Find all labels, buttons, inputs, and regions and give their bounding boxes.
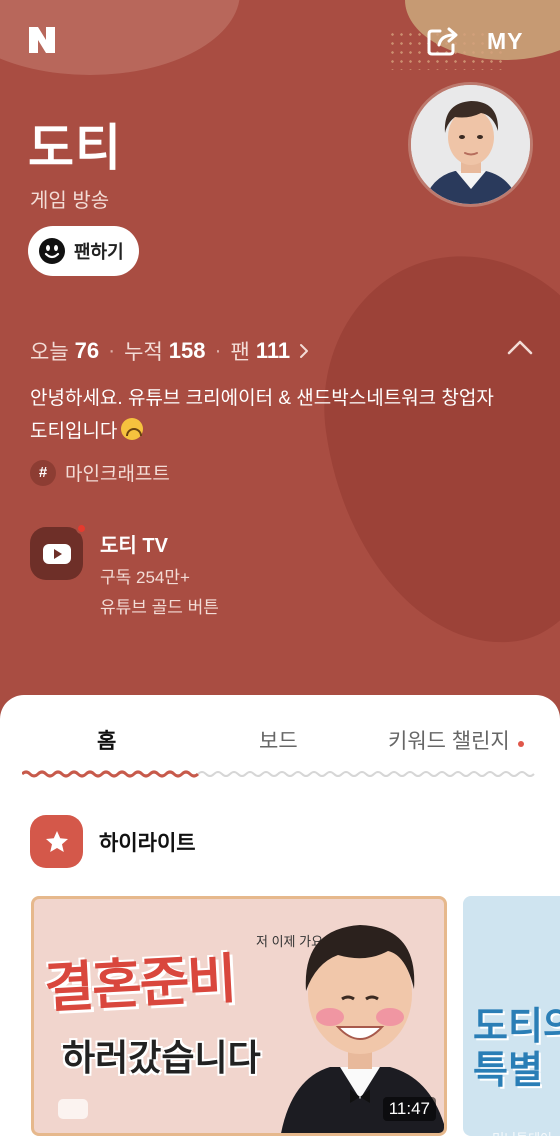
channel-subscribers: 구독 254만+ xyxy=(100,568,190,587)
tab-board[interactable]: 보드 xyxy=(259,725,298,755)
upside-down-face-icon xyxy=(121,418,144,440)
profile-header: MY 도티 게임 방송 팬하기 오늘 76 · 누적 158 · 팬 111 안… xyxy=(0,0,560,720)
share-icon[interactable] xyxy=(426,26,460,56)
avatar[interactable] xyxy=(408,82,533,207)
tab-indicator xyxy=(22,770,535,778)
highlight-title: 하이라이트 xyxy=(99,831,196,855)
smile-icon xyxy=(39,238,65,264)
content-sheet: 홈 보드 키워드 챌린지 하이라이트 결혼준비 하러갔습니다 저 이제 가요~ xyxy=(0,695,560,1147)
intro-line-wrap: 도티입니다 xyxy=(30,415,540,448)
profile-name: 도티 xyxy=(28,120,122,176)
star-icon xyxy=(30,815,83,868)
stat-total-label: 누적 xyxy=(124,341,163,364)
profile-category: 게임 방송 xyxy=(30,190,110,212)
tab-keyword-challenge[interactable]: 키워드 챌린지 xyxy=(388,725,510,755)
stat-separator: · xyxy=(214,339,222,362)
highlight-section-header: 하이라이트 xyxy=(30,815,196,868)
interest-tag-label: 마인크래프트 xyxy=(65,464,170,485)
stat-separator: · xyxy=(108,339,116,362)
new-badge-dot xyxy=(76,523,87,534)
video-thumbnail-subtitle: 하러갔습니다 xyxy=(62,1037,261,1078)
new-badge-dot xyxy=(518,741,524,747)
intro-line: 도티입니다 xyxy=(30,421,118,442)
highlight-video-card[interactable]: 결혼준비 하러갔습니다 저 이제 가요~ 11:47 xyxy=(31,896,447,1136)
tab-bar: 홈 보드 키워드 챌린지 xyxy=(0,717,560,767)
hashtag-icon: # xyxy=(30,459,56,486)
chevron-right-icon xyxy=(300,344,309,358)
youtube-icon xyxy=(30,523,87,580)
stat-today-value: 76 xyxy=(74,338,100,363)
profile-intro: 안녕하세요. 유튜브 크리에이터 & 샌드박스네트워크 창업자 도티입니다 xyxy=(30,382,540,448)
my-menu-button[interactable]: MY xyxy=(487,28,524,55)
youtube-icon xyxy=(58,1099,88,1119)
highlight-video-card[interactable]: 도티의 특별 xyxy=(463,896,560,1136)
fan-button[interactable]: 팬하기 xyxy=(28,226,139,276)
video-thumbnail-title: 결혼준비 xyxy=(42,949,237,1019)
channel-badge: 유튜브 골드 버튼 xyxy=(100,598,219,617)
interest-tag[interactable]: # 마인크래프트 xyxy=(30,459,170,486)
video-duration: 11:47 xyxy=(382,1097,436,1121)
avatar-photo xyxy=(411,85,530,204)
naver-logo-icon[interactable] xyxy=(26,24,58,56)
watermark: 머니투데이 xyxy=(492,1131,552,1146)
decor-blob xyxy=(304,236,560,664)
channel-title: 도티 TV xyxy=(100,535,168,557)
video-thumbnail-title: 도티의 특별 xyxy=(473,1006,560,1092)
chevron-up-icon[interactable] xyxy=(506,338,534,356)
stat-today-label: 오늘 xyxy=(30,341,69,364)
youtube-channel[interactable]: 도티 TV 구독 254만+ 유튜브 골드 버튼 xyxy=(30,523,219,618)
stat-fan-value: 111 xyxy=(255,338,291,363)
intro-line: 안녕하세요. 유튜브 크리에이터 & 샌드박스네트워크 창업자 xyxy=(30,388,494,409)
tab-home[interactable]: 홈 xyxy=(97,725,116,755)
stat-total-value: 158 xyxy=(168,338,206,363)
stat-fan-label: 팬 xyxy=(230,341,250,364)
fan-button-label: 팬하기 xyxy=(74,242,124,262)
visit-stats[interactable]: 오늘 76 · 누적 158 · 팬 111 xyxy=(30,336,310,366)
